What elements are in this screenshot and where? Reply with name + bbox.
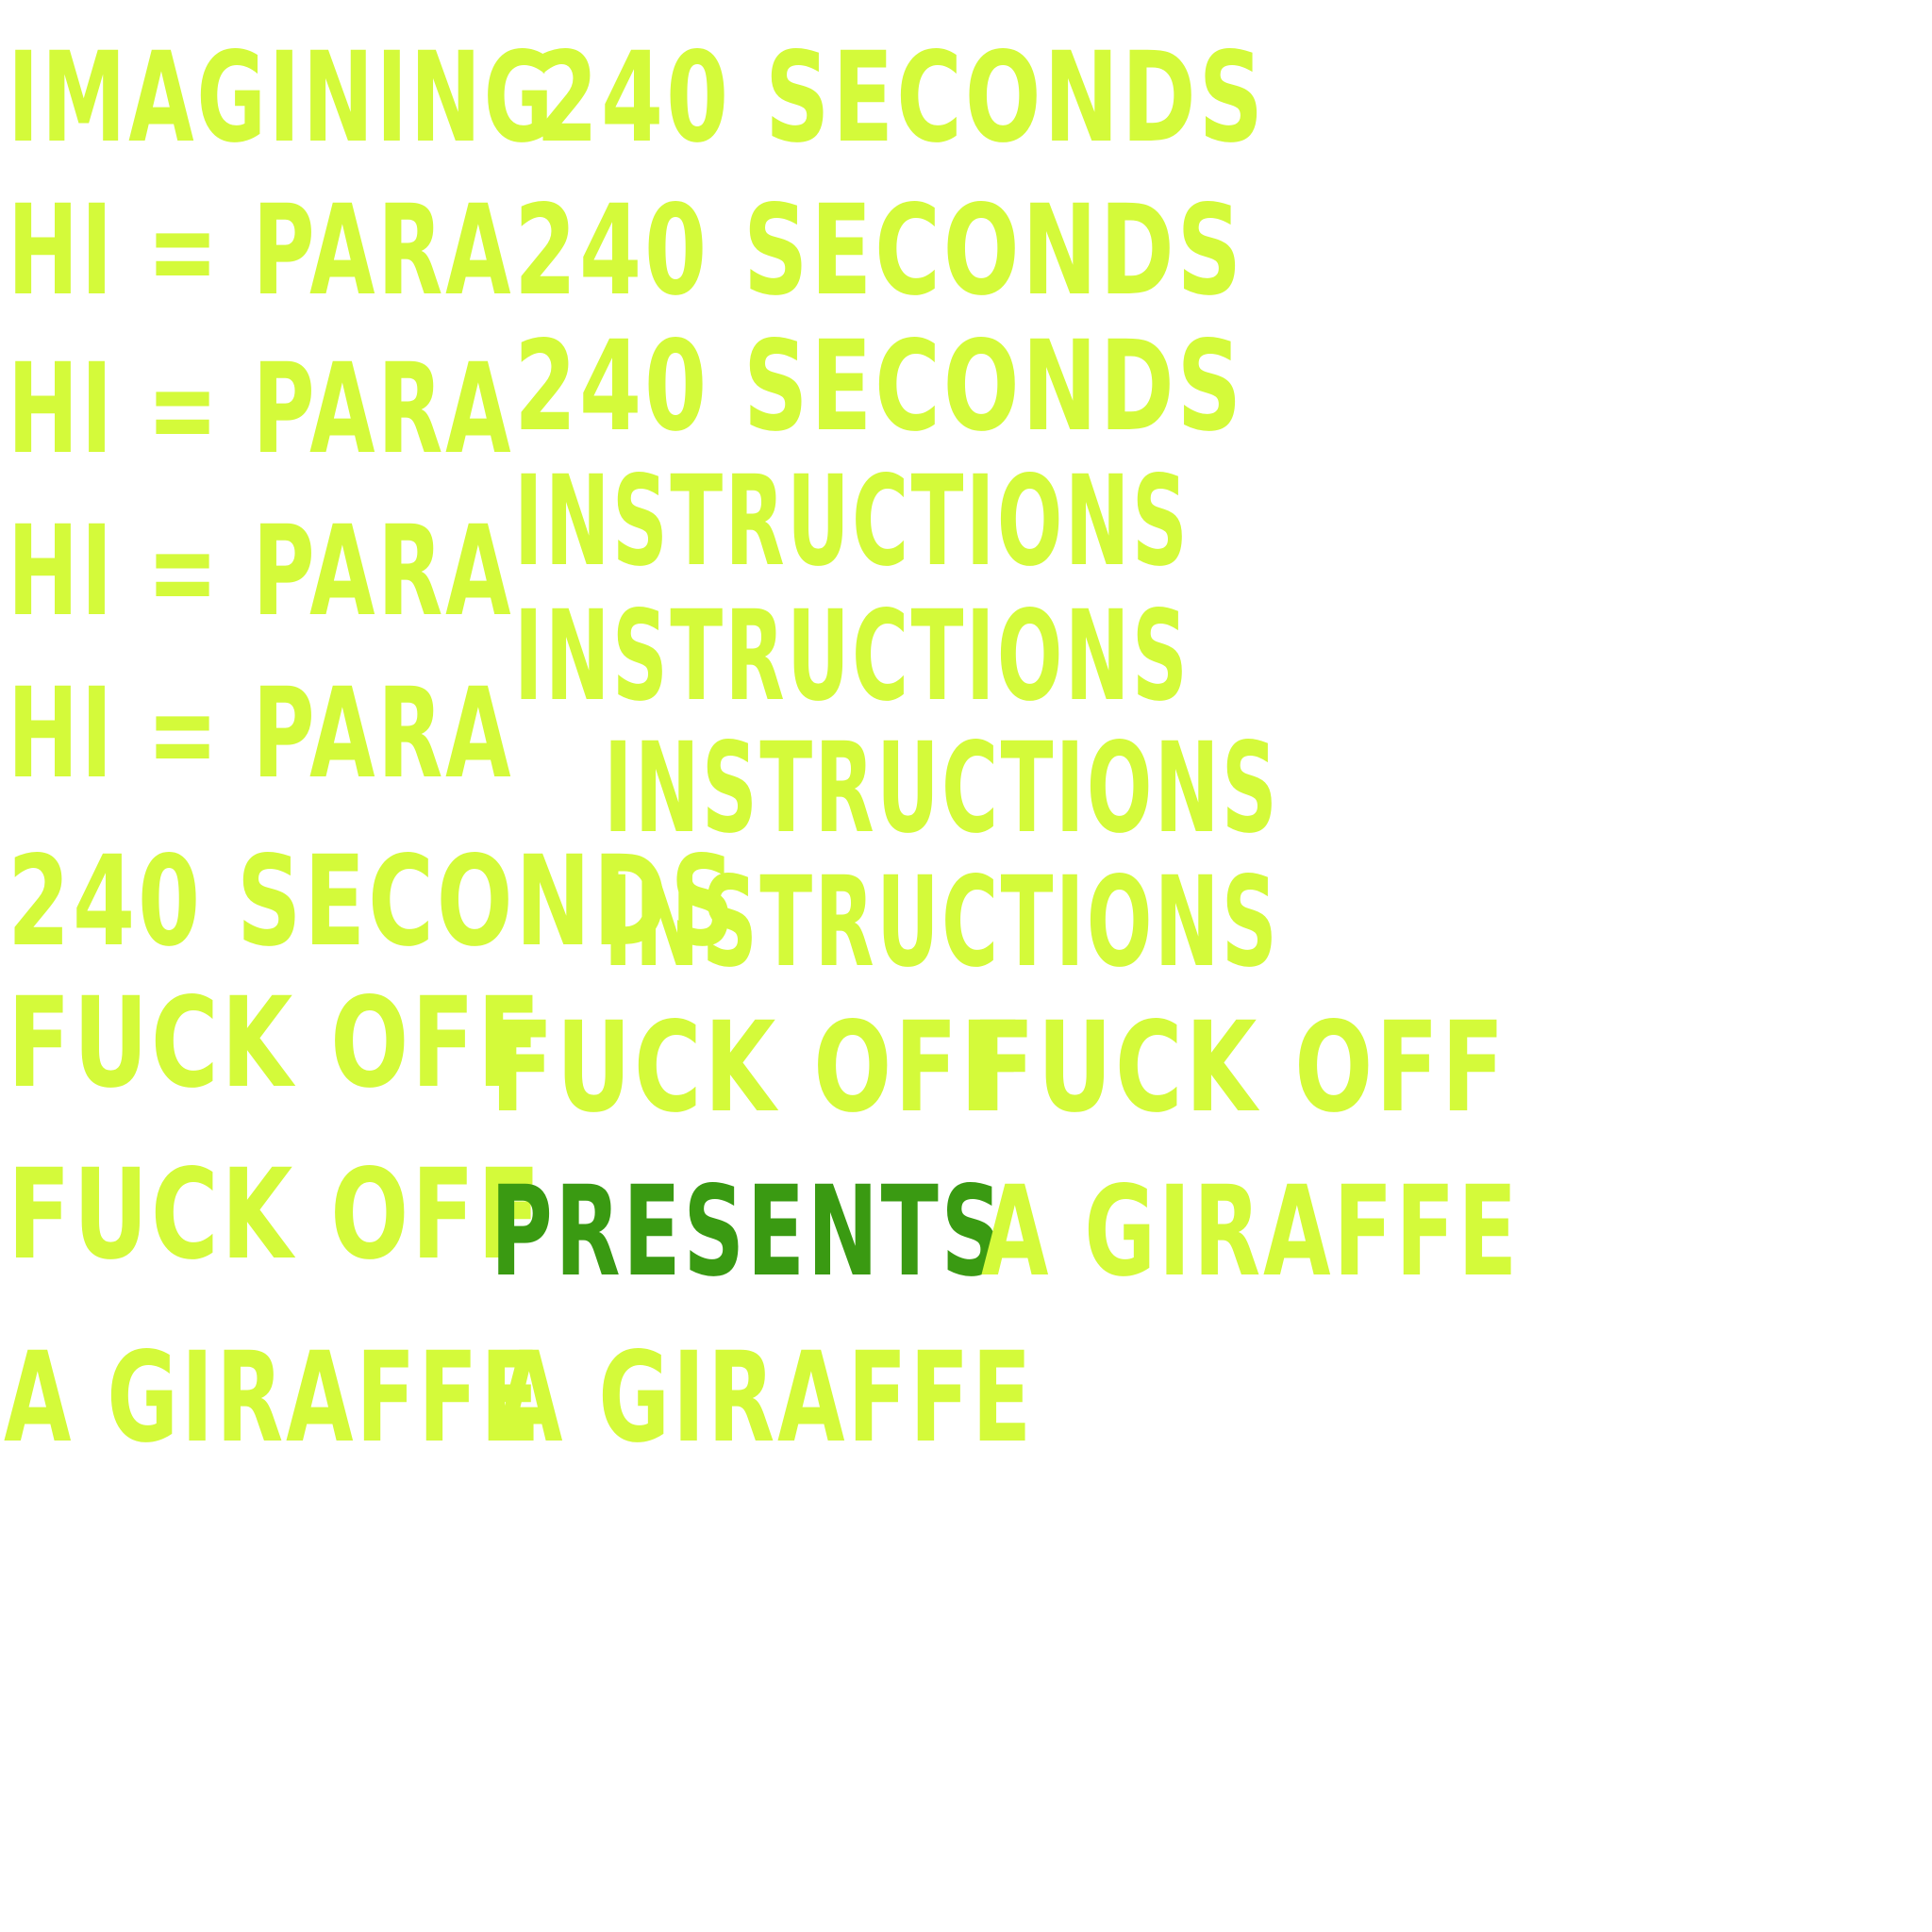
word-240-seconds: 240 SECONDS bbox=[514, 178, 1244, 324]
word-hi-para: HI = PARA bbox=[8, 661, 514, 807]
word-hi-para: HI = PARA bbox=[8, 178, 514, 324]
word-fuck-off: FUCK OFF bbox=[972, 995, 1507, 1141]
word-instructions: INSTRUCTIONS bbox=[514, 449, 1191, 594]
word-hi-para: HI = PARA bbox=[8, 499, 514, 644]
word-imagining: IMAGINING bbox=[8, 25, 557, 171]
word-a-giraffe: A GIRAFFE bbox=[4, 1325, 543, 1471]
word-presents: PRESENTS bbox=[491, 1159, 1005, 1305]
word-a-giraffe: A GIRAFFE bbox=[981, 1159, 1521, 1305]
word-fuck-off: FUCK OFF bbox=[8, 1142, 543, 1288]
word-240-seconds: 240 SECONDS bbox=[536, 25, 1266, 171]
word-240-seconds: 240 SECONDS bbox=[514, 314, 1244, 459]
word-fuck-off: FUCK OFF bbox=[8, 971, 543, 1116]
page: { "colors": { "lime": "#d4fa3a", "dark_g… bbox=[0, 0, 1932, 1932]
word-fuck-off: FUCK OFF bbox=[491, 995, 1026, 1141]
word-instructions: INSTRUCTIONS bbox=[514, 584, 1191, 729]
word-hi-para: HI = PARA bbox=[8, 337, 514, 482]
word-instructions: INSTRUCTIONS bbox=[604, 850, 1280, 995]
word-a-giraffe: A GIRAFFE bbox=[495, 1325, 1035, 1471]
